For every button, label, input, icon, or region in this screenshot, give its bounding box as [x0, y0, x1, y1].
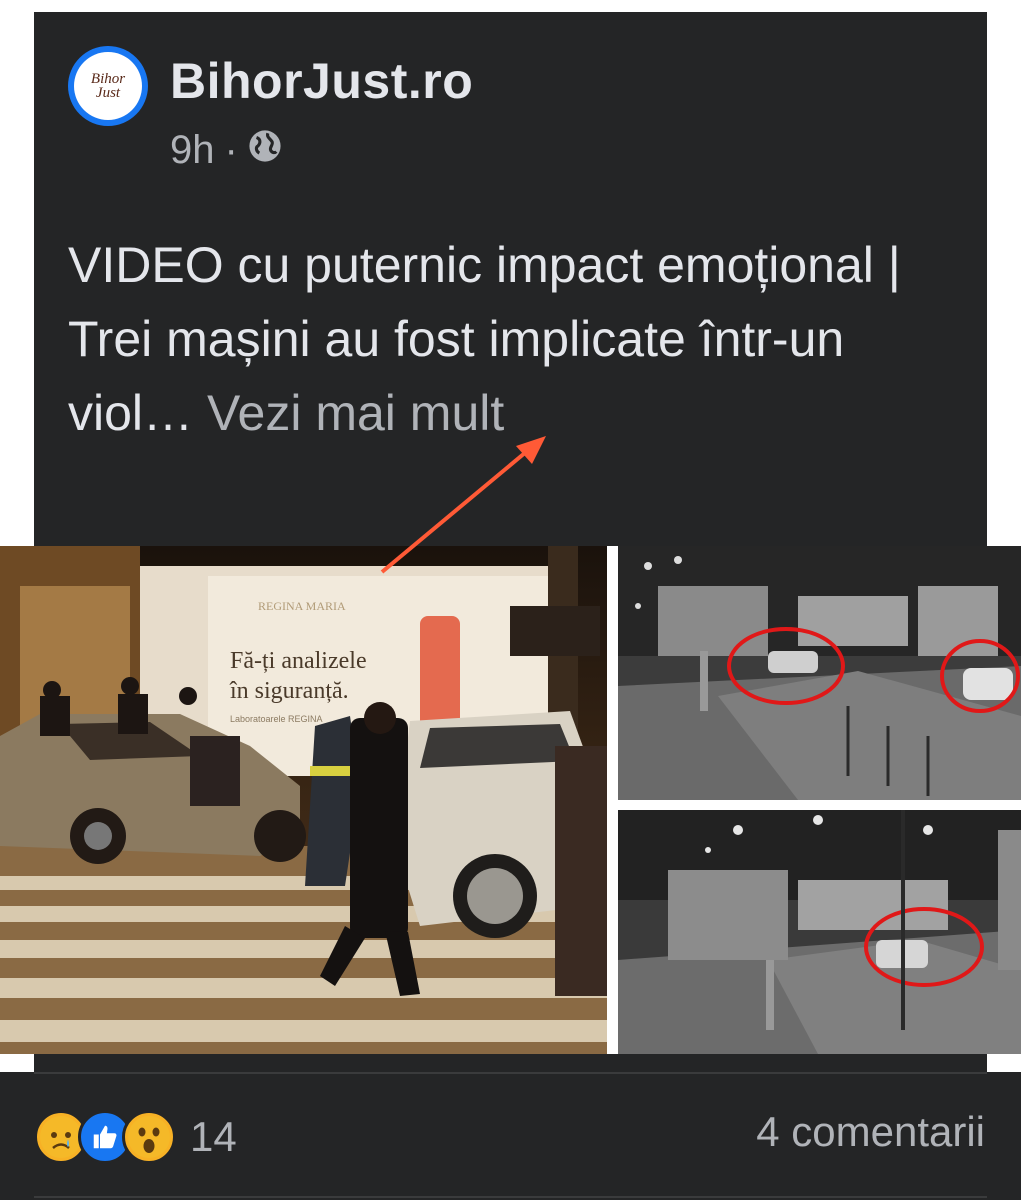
- sign-line1: Fă-ți analizele: [230, 648, 367, 674]
- post-media[interactable]: REGINA MARIA Fă-ți analizele în siguranț…: [0, 546, 1021, 1054]
- reaction-count[interactable]: 14: [190, 1113, 237, 1161]
- sign-brand: REGINA MARIA: [258, 599, 346, 613]
- reactions-summary[interactable]: 14: [34, 1110, 237, 1164]
- post-time[interactable]: 9h: [170, 128, 215, 173]
- post-body: VIDEO cu puternic impact emoțional | Tre…: [68, 228, 948, 450]
- globe-icon: [248, 128, 282, 173]
- sign-small: Laboratoarele REGINA: [230, 714, 323, 724]
- bottom-divider: [34, 1196, 987, 1198]
- media-gap-h: [618, 800, 1021, 810]
- avatar-text-line2: Just: [95, 85, 121, 101]
- meta-separator: ·: [224, 128, 238, 172]
- post-meta: 9h ·: [170, 128, 282, 173]
- media-gap: [607, 546, 618, 1054]
- cctv-frame-1[interactable]: [618, 546, 1021, 800]
- page-name-link[interactable]: BihorJust.ro: [170, 52, 473, 110]
- wow-emoji-icon: [122, 1110, 176, 1164]
- page-avatar[interactable]: Bihor Just: [68, 46, 148, 126]
- accident-photo[interactable]: REGINA MARIA Fă-ți analizele în siguranț…: [0, 546, 607, 1054]
- see-more-link[interactable]: Vezi mai mult: [207, 385, 504, 441]
- comments-count-link[interactable]: 4 comentarii: [756, 1108, 985, 1156]
- cctv-frame-2[interactable]: [618, 810, 1021, 1054]
- sign-line2: în siguranță.: [229, 678, 349, 704]
- avatar-logo: Bihor Just: [74, 52, 142, 120]
- footer-divider: [34, 1072, 987, 1074]
- avatar-text-line1: Bihor: [90, 71, 126, 87]
